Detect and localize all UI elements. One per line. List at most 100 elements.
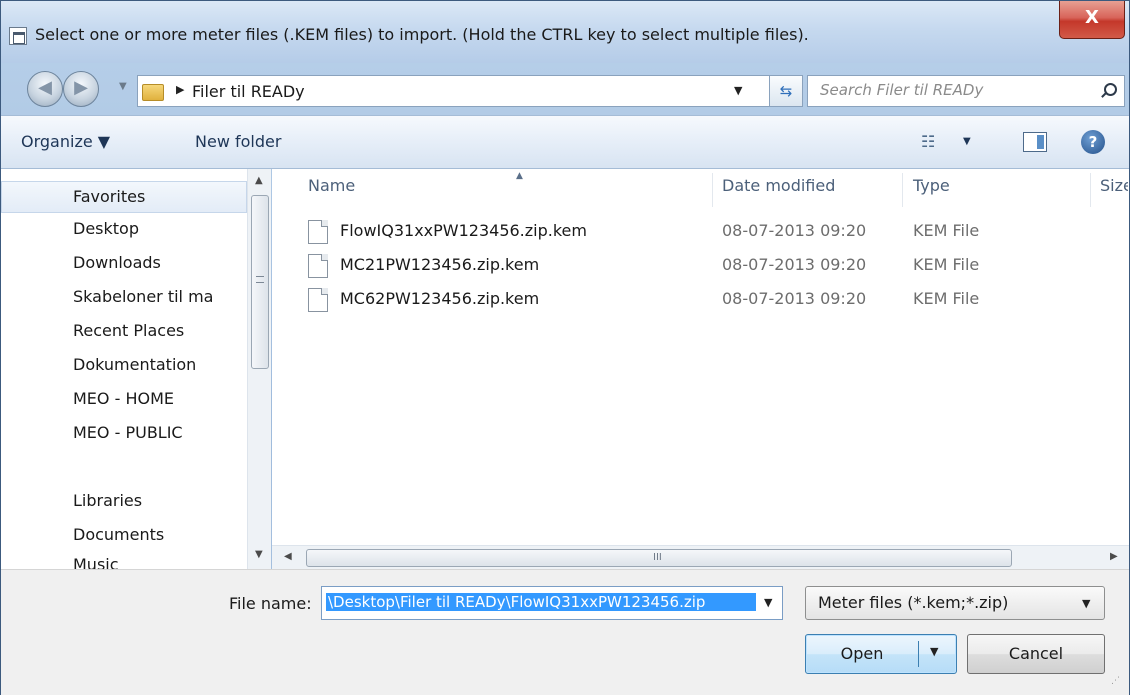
nav-item-skabeloner[interactable]: Skabeloner til ma — [73, 287, 241, 317]
grip-icon: III — [653, 552, 662, 563]
chevron-down-icon: ▼ — [1082, 597, 1091, 610]
column-divider[interactable] — [1090, 173, 1091, 207]
file-date: 08-07-2013 09:20 — [722, 221, 867, 240]
open-button-label: Open — [840, 644, 884, 663]
file-type-value: Meter files (*.kem;*.zip) — [818, 593, 1009, 612]
file-type-select[interactable]: Meter files (*.kem;*.zip) ▼ — [805, 586, 1105, 620]
nav-item-label: Dokumentation — [73, 355, 197, 374]
arrow-right-icon: ▶ — [74, 77, 88, 98]
column-header-size[interactable]: Size — [1100, 173, 1128, 207]
view-options-dropdown-icon[interactable]: ▼ — [963, 136, 971, 147]
column-divider[interactable] — [712, 173, 713, 207]
split-divider — [918, 641, 919, 667]
chevron-down-icon[interactable]: ▼ — [764, 596, 772, 609]
search-icon[interactable] — [1100, 83, 1117, 99]
back-button[interactable]: ◀ — [27, 71, 63, 107]
file-list: Name ▲ Date modified Type Size FlowIQ31x… — [272, 169, 1129, 569]
scroll-up-arrow-icon[interactable]: ▲ — [255, 175, 263, 186]
file-date: 08-07-2013 09:20 — [722, 255, 867, 274]
column-header-name[interactable]: Name ▲ — [308, 171, 708, 207]
address-bar[interactable]: ▶ Filer til READy ▼ — [137, 75, 803, 107]
nav-item-label: MEO - PUBLIC — [73, 423, 183, 442]
address-dropdown-icon[interactable]: ▼ — [734, 84, 742, 97]
nav-favorites[interactable]: ★ Favorites — [73, 187, 241, 217]
file-row[interactable]: MC21PW123456.zip.kem 08-07-2013 09:20 KE… — [308, 251, 1128, 283]
nav-item-recent-places[interactable]: Recent Places — [73, 321, 241, 351]
nav-item-downloads[interactable]: Downloads — [73, 253, 241, 283]
file-name-value[interactable]: \Desktop\Filer til READy\FlowIQ31xxPW123… — [326, 593, 756, 611]
file-type: KEM File — [913, 289, 980, 308]
file-list-horizontal-scrollbar[interactable]: ◀ III ▶ — [272, 545, 1129, 569]
scroll-down-arrow-icon[interactable]: ▼ — [255, 549, 263, 560]
dialog-icon — [9, 27, 27, 45]
column-header-label: Name — [308, 176, 356, 195]
file-row[interactable]: MC62PW123456.zip.kem 08-07-2013 09:20 KE… — [308, 285, 1128, 317]
sort-ascending-icon: ▲ — [516, 171, 523, 181]
breadcrumb-current-folder[interactable]: Filer til READy — [192, 82, 305, 101]
nav-libraries[interactable]: Libraries — [73, 491, 241, 521]
nav-item-label: Desktop — [73, 219, 139, 238]
forward-button[interactable]: ▶ — [63, 71, 99, 107]
resize-grip-icon[interactable]: ⋰ — [1111, 676, 1125, 690]
refresh-button[interactable]: ⇆ — [769, 75, 803, 107]
new-folder-button[interactable]: New folder — [195, 132, 281, 151]
breadcrumb-chevron-icon[interactable]: ▶ — [176, 83, 184, 96]
address-row: ◀ ▶ ▼ ▶ Filer til READy ▼ ⇆ — [1, 63, 1129, 115]
organize-menu-button[interactable]: Organize ▼ — [21, 132, 110, 151]
arrow-left-icon: ◀ — [38, 77, 52, 98]
nav-item-label: Music — [73, 555, 119, 569]
open-options-dropdown-icon[interactable]: ▼ — [930, 645, 938, 658]
file-icon — [308, 288, 328, 312]
window-title: Select one or more meter files (.KEM fil… — [35, 25, 809, 44]
file-type: KEM File — [913, 255, 980, 274]
nav-item-label: Recent Places — [73, 321, 185, 340]
nav-item-label: Documents — [73, 525, 165, 544]
file-type: KEM File — [913, 221, 980, 240]
close-button[interactable]: X — [1059, 1, 1125, 39]
file-name-label: File name: — [229, 594, 312, 613]
search-input[interactable] — [820, 81, 1090, 99]
file-name: MC62PW123456.zip.kem — [340, 289, 540, 308]
nav-item-meo-public[interactable]: MEO - PUBLIC — [73, 423, 241, 453]
grip-icon — [256, 276, 264, 283]
nav-item-music[interactable]: ♪ Music — [73, 555, 241, 569]
nav-item-dokumentation[interactable]: Dokumentation — [73, 355, 241, 385]
file-row[interactable]: FlowIQ31xxPW123456.zip.kem 08-07-2013 09… — [308, 217, 1128, 249]
open-button[interactable]: Open ▼ — [805, 634, 957, 674]
title-bar[interactable]: Select one or more meter files (.KEM fil… — [1, 1, 1129, 63]
view-options-icon[interactable] — [921, 132, 951, 152]
nav-item-documents[interactable]: Documents — [73, 525, 241, 555]
cancel-button[interactable]: Cancel — [967, 634, 1105, 674]
file-icon — [308, 220, 328, 244]
scrollbar-thumb[interactable] — [251, 195, 269, 369]
scrollbar-thumb[interactable]: III — [306, 549, 1012, 567]
search-box[interactable] — [807, 75, 1125, 107]
scroll-right-arrow-icon[interactable]: ▶ — [1110, 551, 1118, 562]
navigation-pane: ★ Favorites Desktop Downloads Skabeloner… — [1, 169, 271, 569]
command-toolbar: Organize ▼ New folder ▼ ? — [1, 115, 1129, 169]
column-divider[interactable] — [902, 173, 903, 207]
nav-libraries-label: Libraries — [73, 491, 143, 510]
file-open-dialog: Select one or more meter files (.KEM fil… — [0, 0, 1130, 695]
column-header-date-modified[interactable]: Date modified — [722, 173, 892, 207]
column-header-type[interactable]: Type — [913, 173, 1083, 207]
help-icon[interactable]: ? — [1081, 130, 1105, 154]
file-icon — [308, 254, 328, 278]
preview-pane-icon[interactable] — [1023, 132, 1047, 152]
file-name-field[interactable]: \Desktop\Filer til READy\FlowIQ31xxPW123… — [321, 586, 783, 620]
nav-favorites-label: Favorites — [73, 187, 146, 206]
dialog-footer: File name: \Desktop\Filer til READy\Flow… — [1, 569, 1129, 695]
nav-item-label: Downloads — [73, 253, 161, 272]
nav-item-desktop[interactable]: Desktop — [73, 219, 241, 249]
nav-item-label: MEO - HOME — [73, 389, 174, 408]
nav-item-meo-home[interactable]: MEO - HOME — [73, 389, 241, 419]
nav-pane-scrollbar[interactable]: ▲ ▼ — [247, 169, 271, 569]
scroll-left-arrow-icon[interactable]: ◀ — [284, 551, 292, 562]
nav-item-label: Skabeloner til ma — [73, 287, 214, 306]
refresh-icon: ⇆ — [779, 82, 793, 100]
file-name: MC21PW123456.zip.kem — [340, 255, 540, 274]
file-name: FlowIQ31xxPW123456.zip.kem — [340, 221, 587, 240]
recent-locations-dropdown[interactable]: ▼ — [119, 81, 127, 92]
file-date: 08-07-2013 09:20 — [722, 289, 867, 308]
folder-icon — [142, 81, 164, 101]
